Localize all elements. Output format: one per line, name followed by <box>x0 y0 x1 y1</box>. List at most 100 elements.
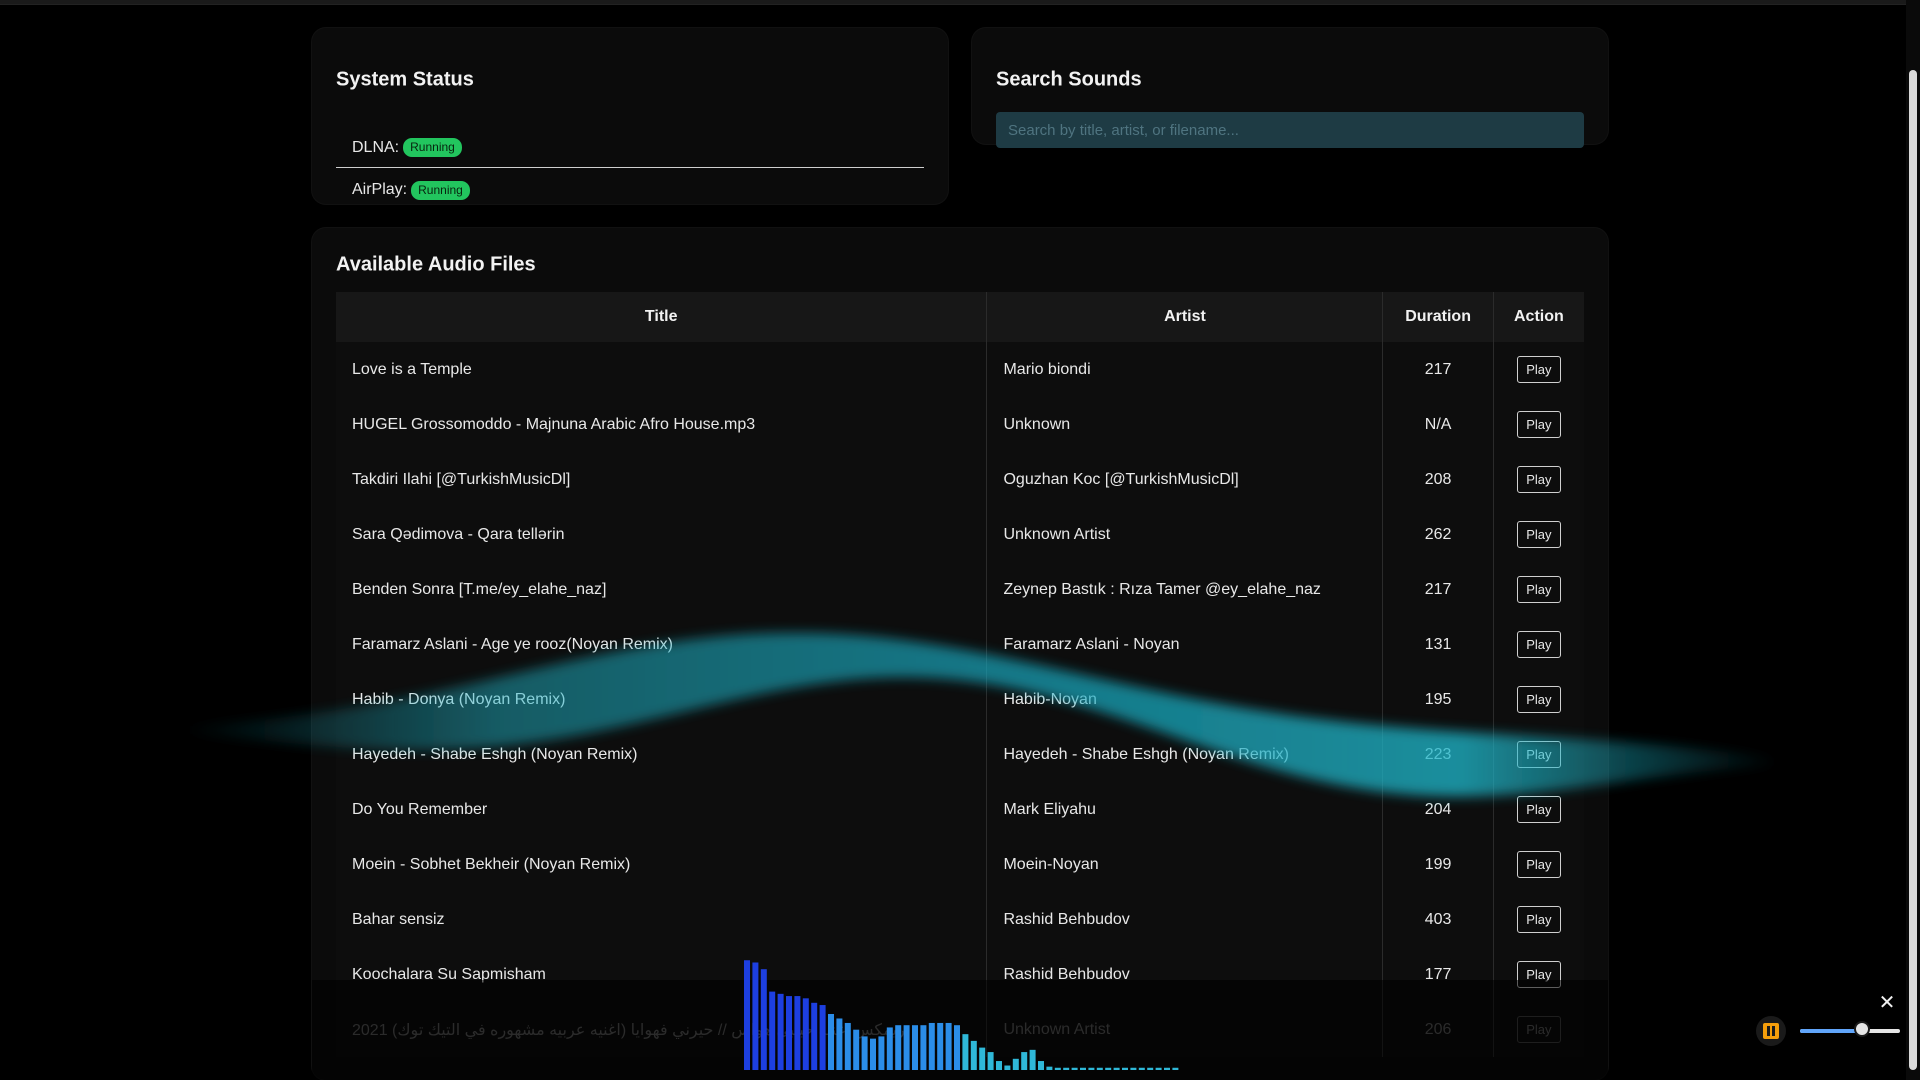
spectrum-bar <box>1012 1058 1019 1070</box>
cell-title: HUGEL Grossomoddo - Majnuna Arabic Afro … <box>336 397 988 452</box>
play-button[interactable]: Play <box>1517 466 1561 493</box>
volume-fill <box>1800 1029 1862 1033</box>
cell-action: Play <box>1493 947 1584 1002</box>
cell-artist: Unknown <box>986 397 1384 452</box>
cell-action: Play <box>1493 397 1584 452</box>
search-input[interactable] <box>996 112 1584 148</box>
spectrum-visualizer <box>744 960 1179 1070</box>
play-button[interactable]: Play <box>1517 356 1561 383</box>
cell-action: Play <box>1493 727 1584 782</box>
play-button[interactable]: Play <box>1517 741 1561 768</box>
spectrum-bar <box>861 1036 868 1070</box>
spectrum-bar <box>1046 1066 1053 1070</box>
cell-title: Takdiri Ilahi [@TurkishMusicDl] <box>336 452 988 507</box>
cell-duration: 262 <box>1382 507 1494 562</box>
cell-artist: Habib-Noyan <box>986 672 1384 727</box>
spectrum-bar <box>945 1022 952 1070</box>
table-header-row: Title Artist Duration Action <box>336 292 1584 342</box>
spectrum-bar <box>1004 1065 1011 1070</box>
play-button[interactable]: Play <box>1517 851 1561 878</box>
close-icon[interactable]: ✕ <box>1878 993 1896 1013</box>
spectrum-bar <box>819 1005 826 1070</box>
play-button[interactable]: Play <box>1517 631 1561 658</box>
volume-slider[interactable] <box>1800 1021 1900 1037</box>
spectrum-bar <box>1054 1067 1061 1070</box>
spectrum-bar <box>744 960 750 1070</box>
spectrum-bar <box>912 1025 918 1070</box>
table-row: Sara Qədimova - Qara tellərin Unknown Art… <box>336 507 1584 562</box>
audio-files-title: Available Audio Files <box>336 253 536 276</box>
page-scrollbar[interactable] <box>1906 0 1920 1080</box>
play-button[interactable]: Play <box>1517 411 1561 438</box>
cell-title: Benden Sonra [T.me/ey_elahe_naz] <box>336 562 988 617</box>
spectrum-bar <box>1071 1067 1078 1070</box>
status-row-dlna: DLNA: Running <box>336 128 924 168</box>
spectrum-bar <box>752 962 759 1070</box>
spectrum-bar <box>777 993 784 1070</box>
column-header-artist[interactable]: Artist <box>986 292 1384 342</box>
table-row: Love is a Temple Mario biondi 217 Play <box>336 342 1584 397</box>
column-header-title[interactable]: Title <box>336 292 988 342</box>
cell-artist: Faramarz Aslani - Noyan <box>986 617 1384 672</box>
cell-action: Play <box>1493 837 1584 892</box>
spectrum-bar <box>1130 1067 1137 1070</box>
search-sounds-title: Search Sounds <box>996 68 1142 91</box>
cell-title: Habib - Donya (Noyan Remix) <box>336 672 988 727</box>
system-status-title: System Status <box>336 68 474 91</box>
spectrum-bar <box>1164 1067 1170 1070</box>
table-row: Habib - Donya (Noyan Remix) Habib-Noyan 19… <box>336 672 1584 727</box>
spectrum-bar <box>1080 1067 1086 1070</box>
play-button[interactable]: Play <box>1517 961 1561 988</box>
pause-icon <box>1763 1023 1779 1039</box>
cell-duration: 223 <box>1382 727 1494 782</box>
column-header-duration[interactable]: Duration <box>1382 292 1494 342</box>
cell-action: Play <box>1493 672 1584 727</box>
spectrum-bar <box>886 1027 893 1070</box>
cell-duration: 195 <box>1382 672 1494 727</box>
spectrum-bar <box>970 1040 977 1070</box>
scrollbar-thumb[interactable] <box>1909 70 1917 1070</box>
spectrum-bar <box>920 1025 927 1070</box>
spectrum-bar <box>760 969 767 1070</box>
play-button[interactable]: Play <box>1517 906 1561 933</box>
cell-action: Play <box>1493 782 1584 837</box>
cell-duration: 403 <box>1382 892 1494 947</box>
cell-artist: Mario biondi <box>986 342 1384 397</box>
cell-artist: Hayedeh - Shabe Eshgh (Noyan Remix) <box>986 727 1384 782</box>
cell-action: Play <box>1493 617 1584 672</box>
spectrum-bar <box>1105 1067 1112 1070</box>
cell-duration: 208 <box>1382 452 1494 507</box>
cell-title: Do You Remember <box>336 782 988 837</box>
table-row: Faramarz Aslani - Age ye rooz(Noyan Remi… <box>336 617 1584 672</box>
table-row: Do You Remember Mark Eliyahu 204 Play <box>336 782 1584 837</box>
cell-action: Play <box>1493 507 1584 562</box>
spectrum-bar <box>1172 1067 1179 1070</box>
spectrum-bar <box>1122 1067 1128 1070</box>
cell-action: Play <box>1493 342 1584 397</box>
spectrum-bar <box>903 1025 910 1070</box>
play-button[interactable]: Play <box>1517 796 1561 823</box>
spectrum-bar <box>870 1038 876 1070</box>
volume-knob[interactable] <box>1854 1021 1870 1037</box>
cell-duration: 131 <box>1382 617 1494 672</box>
spectrum-bar <box>1021 1052 1028 1070</box>
cell-duration: 204 <box>1382 782 1494 837</box>
spectrum-bar <box>1113 1067 1120 1070</box>
cell-action: Play <box>1493 562 1584 617</box>
table-row: HUGEL Grossomoddo - Majnuna Arabic Afro … <box>336 397 1584 452</box>
spectrum-bar <box>794 996 801 1070</box>
cell-duration: 217 <box>1382 562 1494 617</box>
spectrum-bar <box>828 1014 834 1070</box>
status-row-airplay: AirPlay: Running <box>336 170 924 210</box>
play-button[interactable]: Play <box>1517 576 1561 603</box>
play-button[interactable]: Play <box>1517 521 1561 548</box>
spectrum-bar <box>954 1025 960 1070</box>
play-button[interactable]: Play <box>1517 686 1561 713</box>
spectrum-bar <box>1096 1067 1103 1070</box>
cell-artist: Moein-Noyan <box>986 837 1384 892</box>
pause-button[interactable] <box>1756 1016 1786 1046</box>
play-button[interactable]: Play <box>1517 1016 1561 1043</box>
spectrum-bar <box>1147 1067 1154 1070</box>
status-badge-airplay: Running <box>411 180 470 200</box>
spectrum-bar <box>1138 1067 1145 1070</box>
